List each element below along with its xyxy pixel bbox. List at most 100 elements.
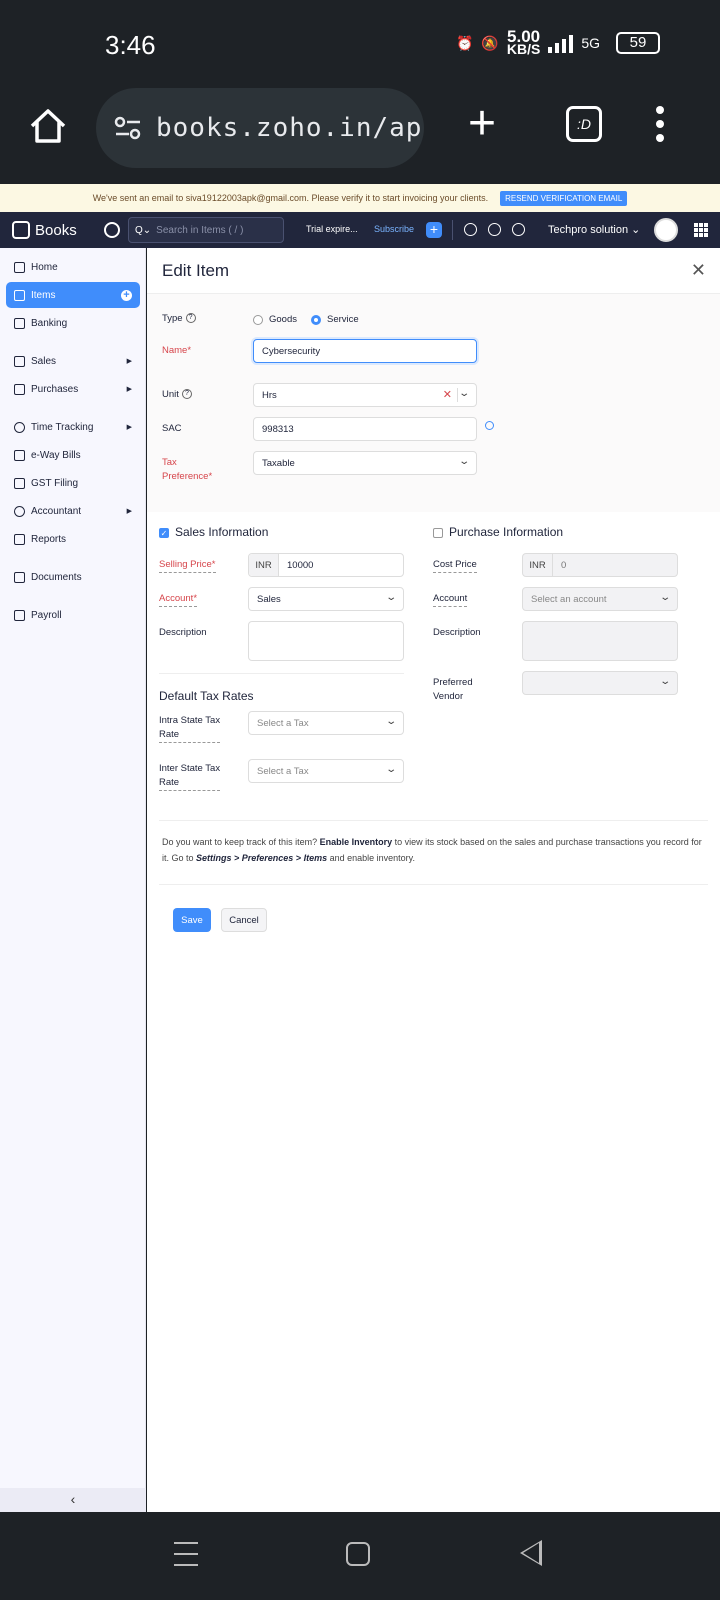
sales-account-select[interactable]: Sales ⌄	[248, 587, 404, 611]
sidebar-item-items[interactable]: Items +	[6, 282, 140, 308]
unit-label: Unit?	[162, 388, 192, 402]
url-text: books.zoho.in/ap	[156, 113, 423, 143]
chevron-down-icon: ⌄	[384, 592, 397, 603]
sidebar-item-purchases[interactable]: Purchases ▶	[6, 376, 140, 402]
chevron-down-icon: ⌄	[658, 592, 671, 603]
type-label: Type?	[162, 312, 196, 326]
chevron-right-icon: ▶	[126, 508, 132, 515]
cancel-button[interactable]: Cancel	[221, 908, 267, 932]
notifications-icon[interactable]	[488, 223, 501, 236]
sidebar-item-home[interactable]: Home	[6, 254, 140, 280]
sidebar-item-documents[interactable]: Documents	[6, 564, 140, 590]
sales-info-checkbox[interactable]: ✓	[159, 528, 169, 538]
sales-description-field[interactable]	[248, 621, 404, 661]
sidebar-item-gst-filing[interactable]: GST Filing	[6, 470, 140, 496]
search-icon[interactable]	[485, 421, 494, 430]
currency-prefix: INR	[523, 554, 553, 576]
edit-item-panel: Edit Item ✕ Type? Goods Service Name* Cy…	[147, 248, 720, 1512]
inventory-note: Do you want to keep track of this item? …	[162, 837, 702, 863]
app-logo[interactable]: Books	[12, 221, 77, 239]
sac-field[interactable]: 998313	[253, 417, 477, 441]
close-icon[interactable]: ✕	[691, 260, 706, 281]
preferred-vendor-label: Preferred Vendor	[433, 677, 473, 702]
divider	[159, 884, 708, 885]
cost-price-field[interactable]: INR 0	[522, 553, 678, 577]
status-bar: 3:46 ⏰ 🔕 5.00 KB/S 5G 59	[0, 0, 720, 84]
recent-history-icon[interactable]	[104, 222, 120, 238]
purchase-info-checkbox[interactable]	[433, 528, 443, 538]
home-icon[interactable]	[28, 106, 68, 146]
new-tab-button[interactable]: +	[468, 100, 496, 148]
bag-icon	[14, 383, 25, 395]
avatar[interactable]	[654, 218, 678, 242]
preferred-vendor-select[interactable]: ⌄	[522, 671, 678, 695]
selling-price-label: Selling Price*	[159, 558, 216, 573]
inter-state-tax-select[interactable]: Select a Tax ⌄	[248, 759, 404, 783]
sidebar-item-eway-bills[interactable]: e-Way Bills	[6, 442, 140, 468]
help-icon[interactable]: ?	[181, 389, 192, 400]
radio-button[interactable]	[253, 314, 263, 325]
name-field[interactable]: Cybersecurity	[253, 339, 477, 363]
home-button[interactable]	[346, 1542, 370, 1566]
back-button[interactable]	[520, 1540, 542, 1566]
selling-price-field[interactable]: INR 10000	[248, 553, 404, 577]
sales-account-label: Account*	[159, 592, 198, 607]
resend-verification-button[interactable]: RESEND VERIFICATION EMAIL	[500, 190, 628, 206]
sidebar-item-sales[interactable]: Sales ▶	[6, 348, 140, 374]
chevron-down-icon: ⌄	[457, 388, 470, 399]
trial-status: Trial expire...	[306, 224, 358, 234]
banner-message: We've sent an email to siva19122003apk@g…	[92, 193, 489, 203]
sidebar-item-time-tracking[interactable]: Time Tracking ▶	[6, 414, 140, 440]
sidebar-item-banking[interactable]: Banking	[6, 310, 140, 336]
url-bar[interactable]: books.zoho.in/ap	[96, 88, 424, 168]
sidebar-item-accountant[interactable]: Accountant ▶	[6, 498, 140, 524]
document-icon	[14, 477, 25, 489]
sidebar-item-payroll[interactable]: Payroll	[6, 602, 140, 628]
clear-icon[interactable]: ✕	[443, 388, 452, 401]
chevron-down-icon: ⌄	[457, 456, 470, 467]
app-header: Books Q⌄ Search in Items ( / ) Trial exp…	[0, 212, 720, 248]
intra-state-tax-select[interactable]: Select a Tax ⌄	[248, 711, 404, 735]
search-input[interactable]: Q⌄ Search in Items ( / )	[128, 217, 284, 243]
recents-button[interactable]	[174, 1542, 198, 1575]
radio-button[interactable]	[311, 314, 321, 325]
subscribe-link[interactable]: Subscribe	[374, 224, 414, 234]
purchase-description-label: Description	[433, 627, 481, 638]
tabs-button[interactable]: :D	[566, 106, 602, 142]
clock-icon	[14, 421, 25, 433]
divider	[159, 820, 708, 821]
purchase-account-label: Account	[433, 592, 468, 607]
settings-path: Settings > Preferences > Items	[196, 853, 328, 863]
chevron-down-icon: ⌄	[384, 716, 397, 727]
purchase-description-field[interactable]	[522, 621, 678, 661]
site-settings-icon[interactable]	[114, 116, 142, 140]
tax-preference-select[interactable]: Taxable ⌄	[253, 451, 477, 475]
divider	[159, 673, 404, 674]
help-icon[interactable]: ?	[185, 313, 196, 324]
collapse-sidebar-button[interactable]: ‹	[0, 1488, 146, 1512]
save-button[interactable]: Save	[173, 908, 211, 932]
sidebar-item-reports[interactable]: Reports	[6, 526, 140, 552]
app-grid-icon[interactable]	[694, 223, 708, 237]
browser-menu-button[interactable]	[656, 106, 666, 142]
search-icon: Q⌄	[135, 224, 152, 236]
settings-gear-icon[interactable]	[512, 223, 525, 236]
battery-icon: 59	[616, 32, 660, 54]
organization-switcher[interactable]: Techpro solution ⌄	[548, 223, 640, 236]
type-goods-radio[interactable]: Goods	[253, 314, 297, 325]
chevron-right-icon: ▶	[126, 358, 132, 365]
home-icon	[14, 261, 25, 273]
type-service-radio[interactable]: Service	[311, 314, 359, 325]
bar-chart-icon	[14, 533, 25, 545]
page-title: Edit Item	[147, 248, 720, 294]
sac-label: SAC	[162, 423, 182, 434]
add-item-icon[interactable]: +	[121, 289, 132, 301]
unit-select[interactable]: Hrs ✕ ⌄	[253, 383, 477, 407]
refer-users-icon[interactable]	[464, 223, 477, 236]
alarm-icon: ⏰	[455, 34, 474, 51]
currency-prefix: INR	[249, 554, 279, 576]
purchase-account-select[interactable]: Select an account ⌄	[522, 587, 678, 611]
status-icons: ⏰ 🔕 5.00 KB/S 5G 59	[455, 28, 660, 56]
enable-inventory-text: Enable Inventory	[319, 837, 393, 847]
quick-create-button[interactable]: +	[426, 222, 442, 238]
